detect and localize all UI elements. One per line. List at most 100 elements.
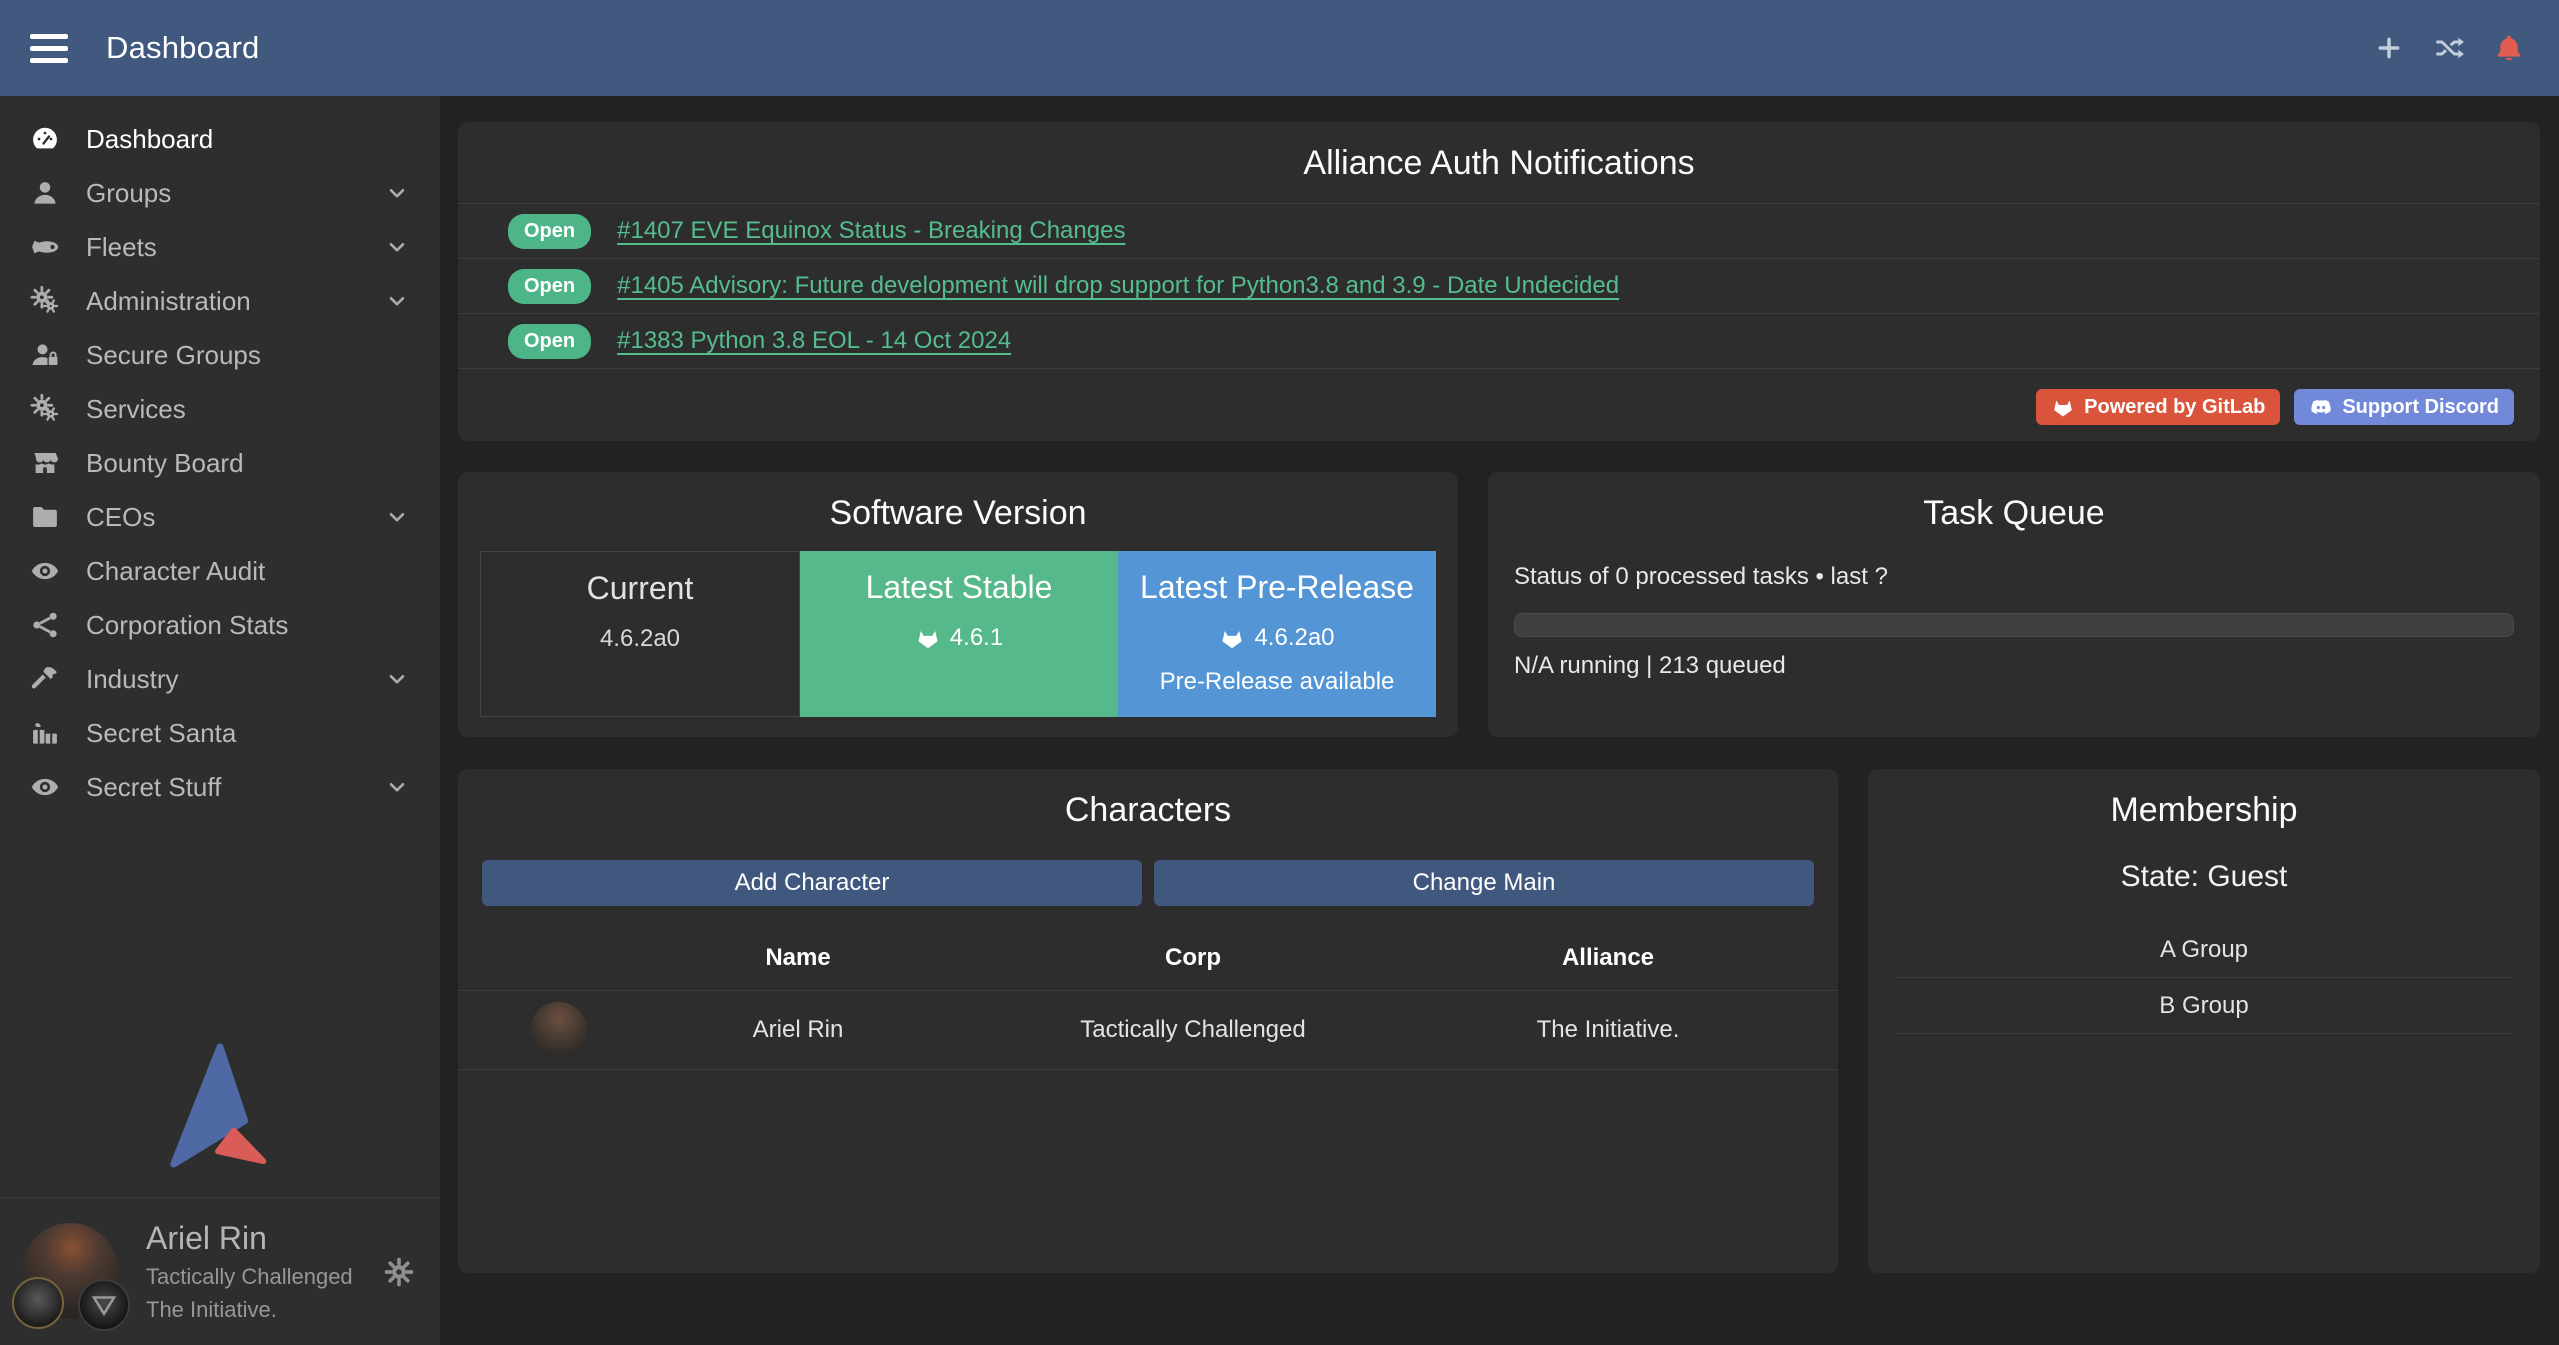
sidebar-item-services[interactable]: Services xyxy=(0,382,440,436)
logo-icon xyxy=(160,1041,280,1169)
sidebar-item-label: Secure Groups xyxy=(86,340,261,371)
powered-by-gitlab-badge[interactable]: Powered by GitLab xyxy=(2036,389,2280,425)
task-queue-title: Task Queue xyxy=(1514,472,2514,533)
add-character-button[interactable]: Add Character xyxy=(482,860,1142,906)
corp-logo-badge xyxy=(12,1277,64,1329)
sidebar-menu: Dashboard Groups Fleets Administration Secur… xyxy=(0,96,440,814)
chevron-down-icon xyxy=(384,180,410,206)
gitlab-icon xyxy=(1219,625,1245,651)
support-discord-badge[interactable]: Support Discord xyxy=(2294,389,2514,425)
bell-icon xyxy=(2493,32,2525,64)
characters-table: Name Corp Alliance Ariel RinTactically C… xyxy=(458,932,1838,1070)
characters-panel: Characters Add Character Change Main Nam… xyxy=(458,769,1838,1273)
rocket-icon xyxy=(30,232,60,262)
character-avatar xyxy=(530,1002,587,1059)
character-alliance: The Initiative. xyxy=(1378,1016,1838,1044)
sidebar-item-label: Industry xyxy=(86,664,179,695)
plus-icon xyxy=(2373,32,2405,64)
sidebar-item-secure-groups[interactable]: Secure Groups xyxy=(0,328,440,382)
bell-icon[interactable] xyxy=(2493,32,2525,64)
gear-icon xyxy=(382,1255,416,1289)
sidebar-item-bounty-board[interactable]: Bounty Board xyxy=(0,436,440,490)
sidebar-item-administration[interactable]: Administration xyxy=(0,274,440,328)
gitlab-icon xyxy=(915,625,941,651)
sidebar-item-label: Secret Santa xyxy=(86,718,236,749)
discord-icon xyxy=(2309,395,2333,419)
notification-link[interactable]: #1407 EVE Equinox Status - Breaking Chan… xyxy=(617,217,1125,245)
sidebar-item-label: Services xyxy=(86,394,186,425)
column-header-alliance: Alliance xyxy=(1378,932,1838,990)
software-version-title: Software Version xyxy=(458,472,1458,533)
notifications-list: Open #1407 EVE Equinox Status - Breaking … xyxy=(458,203,2540,369)
status-badge: Open xyxy=(508,269,591,304)
store-icon xyxy=(30,448,60,478)
version-current-value: 4.6.2a0 xyxy=(600,625,680,653)
user-corp: Tactically Challenged xyxy=(146,1263,353,1291)
version-prerelease: Latest Pre-Release 4.6.2a0 Pre-Release a… xyxy=(1118,551,1436,717)
task-queue-counts: N/A running | 213 queued xyxy=(1514,652,2514,680)
sidebar-item-character-audit[interactable]: Character Audit xyxy=(0,544,440,598)
membership-title: Membership xyxy=(1868,769,2540,830)
gears-icon xyxy=(30,394,60,424)
share-icon xyxy=(30,610,60,640)
shuffle-icon[interactable] xyxy=(2433,32,2465,64)
sidebar-item-secret-santa[interactable]: Secret Santa xyxy=(0,706,440,760)
user-icon xyxy=(30,178,60,208)
membership-group-a-group: A Group xyxy=(1894,922,2514,978)
sidebar-item-secret-stuff[interactable]: Secret Stuff xyxy=(0,760,440,814)
sidebar-item-fleets[interactable]: Fleets xyxy=(0,220,440,274)
characters-table-body: Ariel RinTactically ChallengedThe Initia… xyxy=(458,990,1838,1070)
notification-link[interactable]: #1405 Advisory: Future development will … xyxy=(617,272,1619,300)
navbar-actions xyxy=(2373,32,2559,64)
sidebar-item-label: Dashboard xyxy=(86,124,213,155)
version-boxes: Current 4.6.2a0 Latest Stable 4.6.1 Late… xyxy=(480,551,1436,717)
gifts-icon xyxy=(30,718,60,748)
sidebar-item-ceos[interactable]: CEOs xyxy=(0,490,440,544)
user-name: Ariel Rin xyxy=(146,1218,353,1258)
column-header-corp: Corp xyxy=(1008,932,1378,990)
sidebar-item-label: Administration xyxy=(86,286,251,317)
alliance-emblem-icon xyxy=(89,1290,119,1320)
version-prerelease-label: Latest Pre-Release xyxy=(1118,569,1436,606)
notifications-panel: Alliance Auth Notifications Open#1407 EV… xyxy=(458,122,2540,441)
task-queue-status: Status of 0 processed tasks • last ? xyxy=(1514,563,2514,591)
version-stable: Latest Stable 4.6.1 xyxy=(800,551,1118,717)
change-main-button[interactable]: Change Main xyxy=(1154,860,1814,906)
sidebar-item-industry[interactable]: Industry xyxy=(0,652,440,706)
user-settings-gear-icon[interactable] xyxy=(382,1255,416,1289)
chevron-down-icon xyxy=(384,504,410,530)
sidebar-item-label: CEOs xyxy=(86,502,155,533)
sidebar: Dashboard Groups Fleets Administration Secur… xyxy=(0,96,440,1345)
hammer-icon xyxy=(30,664,60,694)
sidebar-item-corporation-stats[interactable]: Corporation Stats xyxy=(0,598,440,652)
version-current-label: Current xyxy=(481,570,799,607)
chevron-down-icon xyxy=(384,774,410,800)
chevron-down-icon xyxy=(384,666,410,692)
task-queue-panel: Task Queue Status of 0 processed tasks •… xyxy=(1488,472,2540,737)
sidebar-item-label: Groups xyxy=(86,178,171,209)
menu-toggle-icon[interactable] xyxy=(30,34,68,63)
notification-row: Open #1405 Advisory: Future development w… xyxy=(458,259,2540,314)
gitlab-icon xyxy=(1219,625,1245,651)
header-spacer xyxy=(458,946,588,976)
sidebar-item-label: Secret Stuff xyxy=(86,772,221,803)
gauge-icon xyxy=(30,124,60,154)
user-alliance: The Initiative. xyxy=(146,1296,353,1324)
version-current: Current 4.6.2a0 xyxy=(480,551,800,717)
notification-link[interactable]: #1383 Python 3.8 EOL - 14 Oct 2024 xyxy=(617,327,1011,355)
version-prerelease-value: 4.6.2a0 xyxy=(1254,624,1334,652)
eye-icon xyxy=(30,556,60,586)
sidebar-item-dashboard[interactable]: Dashboard xyxy=(0,112,440,166)
sidebar-item-groups[interactable]: Groups xyxy=(0,166,440,220)
status-badge: Open xyxy=(508,324,591,359)
notification-row: Open #1383 Python 3.8 EOL - 14 Oct 2024 xyxy=(458,314,2540,369)
footer-badges: Powered by GitLab Support Discord xyxy=(2036,389,2514,425)
membership-state: State: Guest xyxy=(1868,860,2540,894)
chevron-down-icon xyxy=(384,288,410,314)
character-name: Ariel Rin xyxy=(588,1016,1008,1044)
plus-icon[interactable] xyxy=(2373,32,2405,64)
gitlab-icon xyxy=(2051,395,2075,419)
user-avatar-group xyxy=(22,1223,118,1319)
sidebar-item-label: Corporation Stats xyxy=(86,610,288,641)
sidebar-item-label: Fleets xyxy=(86,232,157,263)
